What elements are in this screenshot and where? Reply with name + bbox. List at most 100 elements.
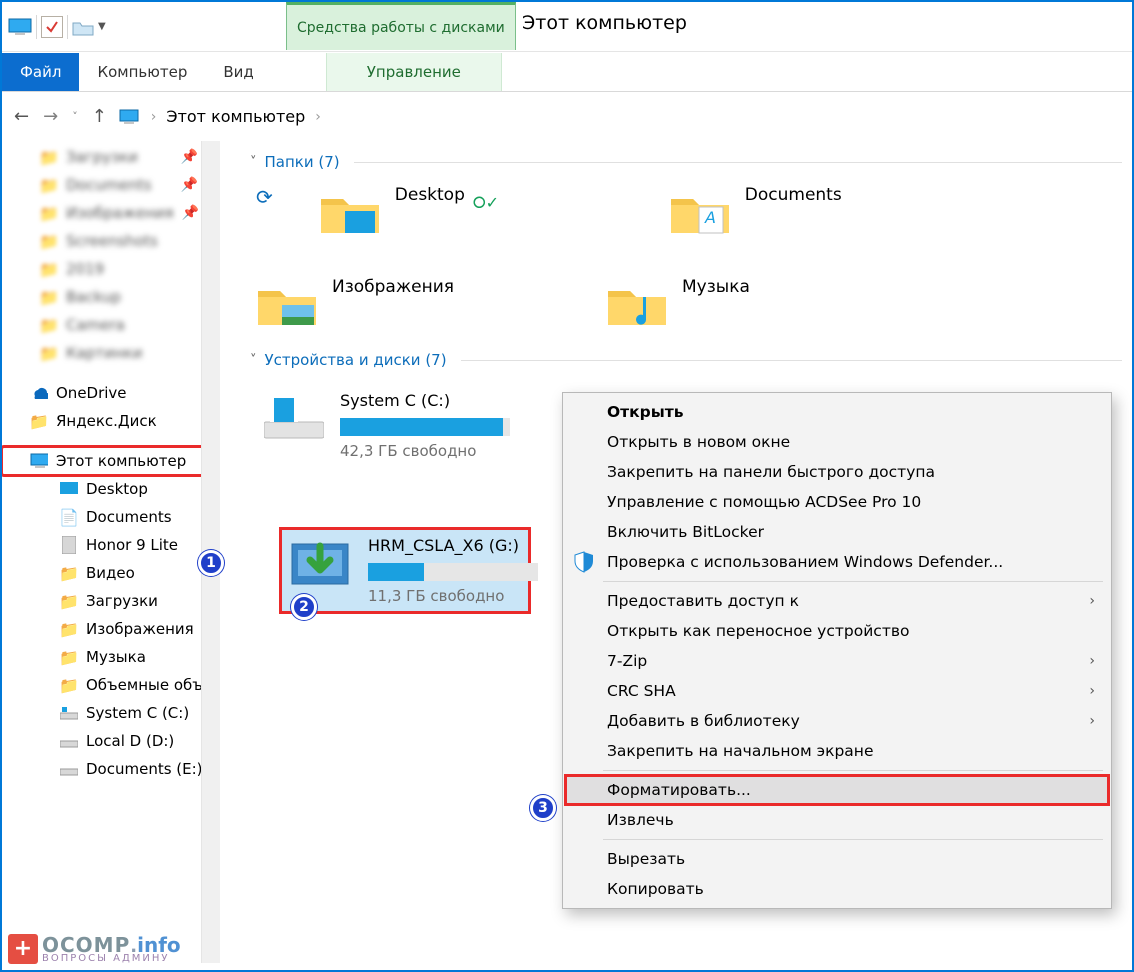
computer-icon — [119, 108, 141, 126]
watermark: + OCOMP.info ВОПРОСЫ АДМИНУ — [8, 933, 181, 964]
chevron-right-icon[interactable]: › — [147, 109, 161, 125]
navigation-tree: ▲ 📁Загрузки📌 📁Documents📌 📁Изображения📌 📁… — [2, 141, 220, 963]
music-icon: 📁 — [60, 648, 78, 666]
tree-item[interactable]: 📁Backup — [2, 283, 220, 311]
menu-eject[interactable]: Извлечь — [565, 805, 1109, 835]
documents-icon: 📄 — [60, 508, 78, 526]
3d-icon: 📁 — [60, 676, 78, 694]
system-drive-icon — [264, 391, 324, 443]
install-drive-icon — [288, 536, 352, 588]
breadcrumb-segment[interactable]: Этот компьютер — [166, 107, 305, 126]
menu-pin-quick-access[interactable]: Закрепить на панели быстрого доступа — [565, 457, 1109, 487]
nav-history-buttons: ← → ˅ ↑ — [14, 106, 107, 127]
menu-add-library[interactable]: Добавить в библиотеку› — [565, 706, 1109, 736]
folders-section: ⟳ Desktop ⭘✓ A Documents Изображения Муз… — [256, 185, 1122, 329]
annotation-badge-2: 2 — [291, 594, 317, 620]
chevron-down-icon: ˅ — [250, 353, 257, 368]
tree-item-yadisk[interactable]: 📁Яндекс.Диск — [2, 407, 220, 435]
phone-icon — [60, 536, 78, 554]
tree-item[interactable]: 📁Объемные объ — [2, 671, 220, 699]
history-dropdown-icon[interactable]: ˅ — [72, 110, 78, 123]
tree-item[interactable]: 📁Загрузки📌 — [2, 143, 220, 171]
tree-item[interactable]: Local D (D:) — [2, 727, 220, 755]
drive-icon — [60, 704, 78, 722]
tree-item[interactable]: Documents (E:) — [2, 755, 220, 783]
onedrive-icon — [30, 384, 48, 402]
folder-item-music[interactable]: Музыка — [606, 277, 926, 329]
desktop-folder-icon — [319, 185, 381, 237]
qat-dropdown-icon[interactable]: ▼ — [98, 21, 106, 32]
tree-item[interactable]: 📁Screenshots — [2, 227, 220, 255]
shield-icon — [573, 551, 595, 573]
tree-item-onedrive[interactable]: OneDrive — [2, 379, 220, 407]
tree-item[interactable]: 📁Загрузки — [2, 587, 220, 615]
menu-portable[interactable]: Открыть как переносное устройство — [565, 616, 1109, 646]
drive-item-c[interactable]: System C (C:) 42,3 ГБ свободно — [256, 383, 506, 468]
tab-file[interactable]: Файл — [2, 53, 79, 91]
svg-text:A: A — [704, 208, 716, 227]
folder-item-desktop[interactable]: Desktop ⭘✓ — [319, 185, 629, 237]
scrollbar-up-icon[interactable]: ▲ — [205, 143, 217, 154]
menu-bitlocker[interactable]: Включить BitLocker — [565, 517, 1109, 547]
tree-item[interactable]: 📁Музыка — [2, 643, 220, 671]
menu-cut[interactable]: Вырезать — [565, 844, 1109, 874]
chevron-right-icon: › — [1089, 593, 1095, 609]
ribbon-tabs: Файл Компьютер Вид Управление — [2, 52, 1132, 92]
drive-icon — [60, 760, 78, 778]
section-folders-header[interactable]: ˅Папки (7) — [250, 153, 1122, 171]
tree-item[interactable]: System C (C:) — [2, 699, 220, 727]
tree-item[interactable]: 📁Изображения📌 — [2, 199, 220, 227]
tree-item[interactable]: 📄Documents — [2, 503, 220, 531]
downloads-icon: 📁 — [60, 592, 78, 610]
plus-icon: + — [8, 934, 38, 964]
tab-manage[interactable]: Управление — [326, 53, 502, 91]
tree-item[interactable]: 📁Camera — [2, 311, 220, 339]
tree-item[interactable]: 📁Documents📌 — [2, 171, 220, 199]
tree-item[interactable]: 📁Картинки — [2, 339, 220, 367]
documents-folder-icon: A — [669, 185, 731, 237]
menu-defender[interactable]: Проверка с использованием Windows Defend… — [565, 547, 1109, 577]
tree-item[interactable]: 📁Видео — [2, 559, 220, 587]
menu-open-new-window[interactable]: Открыть в новом окне — [565, 427, 1109, 457]
folder-item-documents[interactable]: A Documents — [669, 185, 989, 237]
capacity-bar — [368, 563, 538, 581]
checkbox-icon[interactable] — [41, 16, 63, 38]
check-icon: ⭘✓ — [473, 193, 499, 213]
back-button[interactable]: ← — [14, 106, 29, 127]
tree-item[interactable]: Desktop — [2, 475, 220, 503]
menu-copy[interactable]: Копировать — [565, 874, 1109, 904]
computer-icon — [8, 17, 32, 37]
chevron-right-icon: › — [1089, 713, 1095, 729]
drive-item-g[interactable]: HRM_CSLA_X6 (G:) 11,3 ГБ свободно — [280, 528, 530, 613]
tab-computer[interactable]: Компьютер — [79, 53, 205, 91]
music-folder-icon — [606, 277, 668, 329]
new-folder-icon[interactable] — [72, 18, 94, 36]
chevron-right-icon[interactable]: › — [311, 109, 325, 125]
section-drives-header[interactable]: ˅Устройства и диски (7) — [250, 351, 1122, 369]
menu-crc-sha[interactable]: CRC SHA› — [565, 676, 1109, 706]
title-bar: ▼ Этот компьютер Средства работы с диска… — [2, 2, 1132, 52]
quick-access-toolbar: ▼ — [2, 2, 112, 51]
breadcrumb[interactable]: › Этот компьютер › — [119, 107, 325, 126]
forward-button[interactable]: → — [43, 106, 58, 127]
menu-open[interactable]: Открыть — [565, 397, 1109, 427]
menu-7zip[interactable]: 7-Zip› — [565, 646, 1109, 676]
menu-pin-start[interactable]: Закрепить на начальном экране — [565, 736, 1109, 766]
up-button[interactable]: ↑ — [92, 106, 107, 127]
tree-item[interactable]: 📁2019 — [2, 255, 220, 283]
menu-acdsee[interactable]: Управление с помощью ACDSee Pro 10 — [565, 487, 1109, 517]
window-title: Этот компьютер — [522, 12, 687, 34]
navigation-bar: ← → ˅ ↑ › Этот компьютер › — [2, 92, 1132, 141]
drive-tools-contextual-tab: Средства работы с дисками — [286, 2, 516, 50]
drive-icon — [60, 732, 78, 750]
menu-grant-access[interactable]: Предоставить доступ к› — [565, 586, 1109, 616]
tree-item[interactable]: Honor 9 Lite — [2, 531, 220, 559]
tab-view[interactable]: Вид — [205, 53, 271, 91]
refresh-icon[interactable]: ⟳ — [256, 185, 279, 209]
tree-item-this-pc[interactable]: Этот компьютер — [2, 447, 220, 475]
desktop-icon — [60, 480, 78, 498]
menu-format[interactable]: Форматировать... — [565, 775, 1109, 805]
folder-item-pictures[interactable]: Изображения — [256, 277, 566, 329]
tree-item[interactable]: 📁Изображения — [2, 615, 220, 643]
chevron-right-icon: › — [1089, 653, 1095, 669]
